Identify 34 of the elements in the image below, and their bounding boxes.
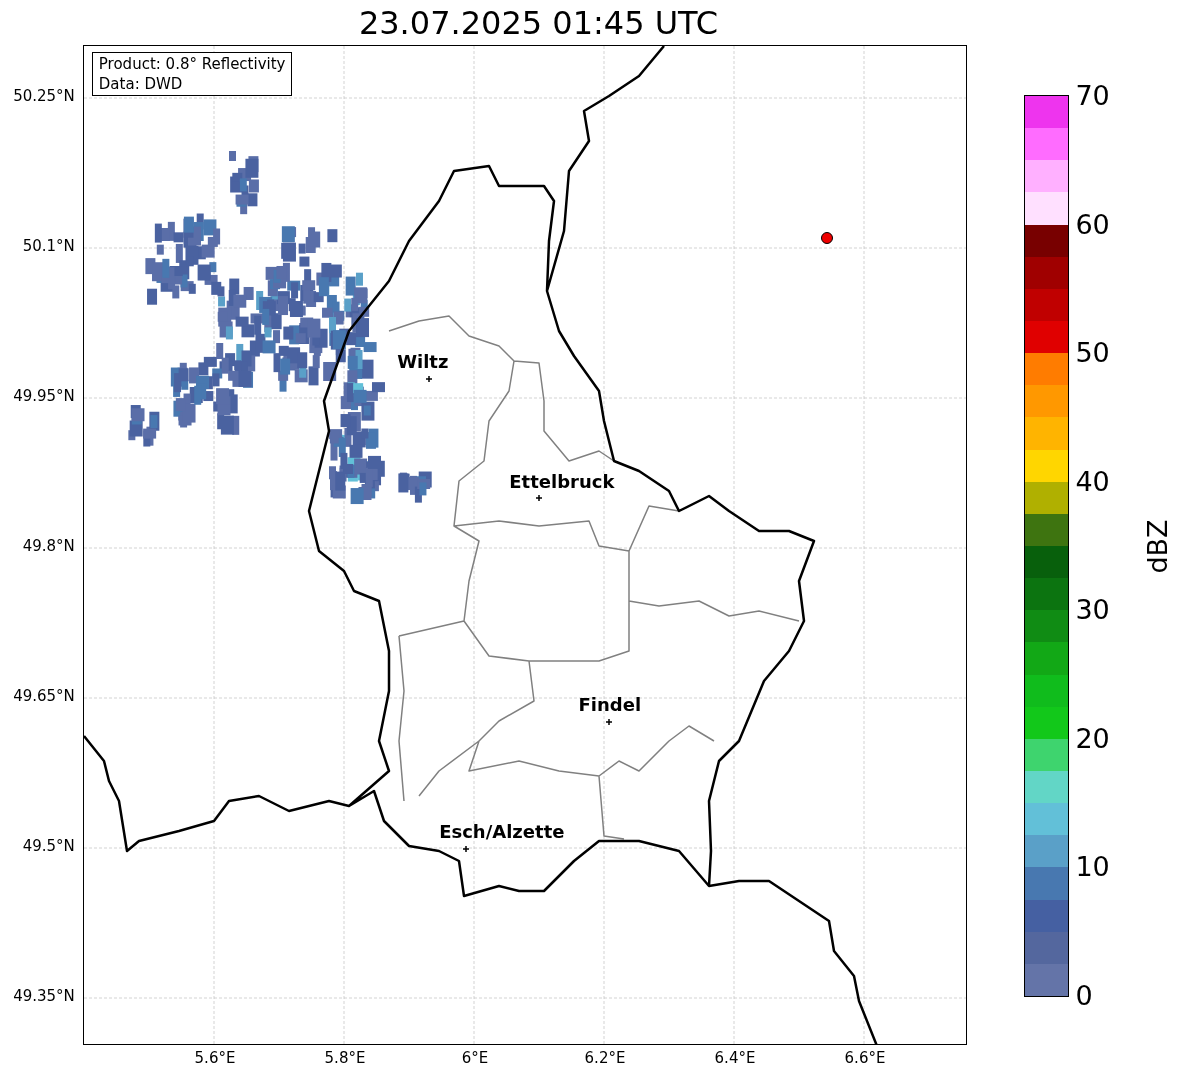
longitude-label: 6.2°E xyxy=(584,1051,626,1066)
latitude-label: 49.35°N xyxy=(13,989,75,1004)
colorbar-tick-label: 10 xyxy=(1075,853,1110,881)
latitude-label: 49.95°N xyxy=(13,389,75,404)
legend-text: Product: 0.8° Reflectivity xyxy=(98,54,286,74)
city-marker-icon xyxy=(535,494,543,502)
longitude-label: 5.6°E xyxy=(194,1051,236,1066)
longitude-label: 6.6°E xyxy=(844,1051,886,1066)
colorbar-tick-label: 40 xyxy=(1075,467,1110,495)
city-marker-icon xyxy=(605,718,613,726)
location-dot-icon xyxy=(820,232,833,244)
colorbar-tick-label: 0 xyxy=(1075,982,1093,1009)
latitude-label: 49.65°N xyxy=(13,689,75,704)
latitude-label: 49.8°N xyxy=(22,539,75,554)
longitude-label: 5.8°E xyxy=(324,1051,366,1066)
longitude-label: 6°E xyxy=(461,1051,489,1066)
city-marker-icon xyxy=(462,845,470,853)
colorbar-tick-label: 70 xyxy=(1075,82,1110,109)
latitude-label: 50.25°N xyxy=(13,89,75,104)
colorbar-label: dBZ xyxy=(1143,518,1171,574)
legend-text: Data: DWD xyxy=(98,74,184,94)
colorbar-tick-label: 50 xyxy=(1075,339,1110,367)
colorbar-tick-label: 60 xyxy=(1075,210,1110,238)
colorbar-tick-label: 30 xyxy=(1075,596,1110,624)
latitude-label: 49.5°N xyxy=(22,839,75,854)
longitude-label: 6.4°E xyxy=(714,1051,756,1066)
chart-title: 23.07.2025 01:45 UTC xyxy=(358,6,719,39)
latitude-label: 50.1°N xyxy=(22,239,75,254)
city-label: Ettelbruck xyxy=(509,473,615,491)
city-marker-icon xyxy=(425,375,433,383)
city-label: Esch/Alzette xyxy=(439,823,565,841)
city-label: Findel xyxy=(578,696,642,714)
colorbar-tick-label: 20 xyxy=(1075,724,1110,752)
city-label: Wiltz xyxy=(397,353,449,371)
